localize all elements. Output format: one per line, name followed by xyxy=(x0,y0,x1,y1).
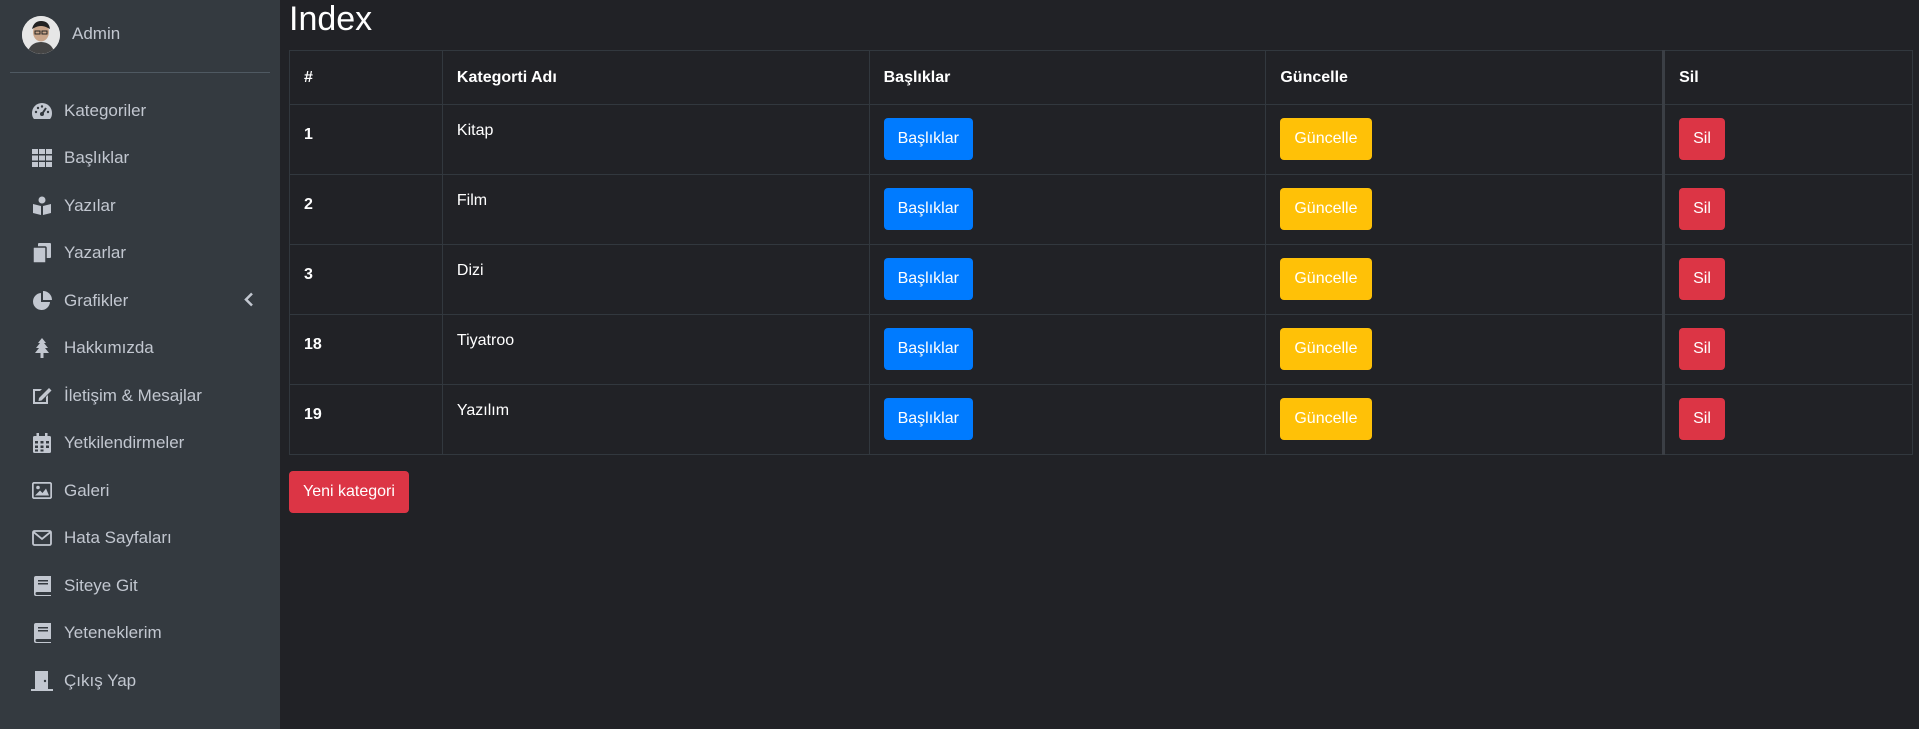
categories-table: # Kategorti Adı Başlıklar Güncelle Sil 1… xyxy=(289,50,1913,455)
user-name[interactable]: Admin xyxy=(72,24,120,44)
sidebar-item-hakkimizda[interactable]: Hakkımızda xyxy=(0,325,280,373)
sil-button[interactable]: Sil xyxy=(1679,328,1725,370)
dashboard-gauge-icon xyxy=(30,99,54,123)
sidebar-item-yeteneklerim[interactable]: Yeteneklerim xyxy=(0,610,280,658)
copy-icon xyxy=(30,241,54,265)
row-category-name: Kitap xyxy=(441,104,870,175)
chevron-left-icon xyxy=(244,292,254,309)
sidebar-item-galeri[interactable]: Galeri xyxy=(0,467,280,515)
row-category-name: Tiyatroo xyxy=(441,314,870,385)
image-icon xyxy=(30,479,54,503)
row-id: 1 xyxy=(289,104,443,175)
sidebar-item-label: Kategoriler xyxy=(64,100,147,120)
calendar-icon xyxy=(30,431,54,455)
door-exit-icon xyxy=(30,669,54,693)
sidebar: Admin Kategoriler Başlıklar Yazılar Yaza… xyxy=(0,0,280,729)
categories-table-wrap: # Kategorti Adı Başlıklar Güncelle Sil 1… xyxy=(289,50,1913,455)
book-reader-icon xyxy=(30,194,54,218)
column-header-basliklar: Başlıklar xyxy=(868,50,1267,105)
sidebar-item-label: Yeteneklerim xyxy=(64,623,162,643)
tree-icon xyxy=(30,336,54,360)
basliklar-button[interactable]: Başlıklar xyxy=(883,328,973,370)
sidebar-item-hata-sayfalari[interactable]: Hata Sayfaları xyxy=(0,515,280,563)
row-id: 19 xyxy=(289,384,443,455)
avatar[interactable] xyxy=(22,16,60,54)
main-content: Index # Kategorti Adı Başlıklar Güncelle… xyxy=(280,0,1919,729)
guncelle-button[interactable]: Güncelle xyxy=(1280,188,1372,230)
page-title: Index xyxy=(289,0,373,38)
sidebar-item-label: Galeri xyxy=(64,480,110,500)
sidebar-item-yetkilendirmeler[interactable]: Yetkilendirmeler xyxy=(0,420,280,468)
user-panel[interactable]: Admin xyxy=(10,0,270,73)
sidebar-item-label: Yazarlar xyxy=(64,243,127,263)
sidebar-item-grafikler[interactable]: Grafikler xyxy=(0,277,280,325)
grid-icon xyxy=(30,146,54,170)
sil-button[interactable]: Sil xyxy=(1679,398,1725,440)
column-header-name: Kategorti Adı xyxy=(441,50,870,105)
envelope-icon xyxy=(30,526,54,550)
basliklar-button[interactable]: Başlıklar xyxy=(883,398,973,440)
column-header-sil: Sil xyxy=(1662,50,1913,105)
sidebar-item-label: İletişim & Mesajlar xyxy=(64,385,202,405)
sidebar-item-iletisim[interactable]: İletişim & Mesajlar xyxy=(0,372,280,420)
sil-button[interactable]: Sil xyxy=(1679,258,1725,300)
table-header-row: # Kategorti Adı Başlıklar Güncelle Sil xyxy=(289,50,1913,105)
sidebar-item-yazarlar[interactable]: Yazarlar xyxy=(0,230,280,278)
row-id: 3 xyxy=(289,244,443,315)
sidebar-nav: Kategoriler Başlıklar Yazılar Yazarlar G… xyxy=(0,87,280,705)
column-header-guncelle: Güncelle xyxy=(1265,50,1665,105)
column-header-id: # xyxy=(289,50,443,105)
row-id: 18 xyxy=(289,314,443,385)
sidebar-item-yazilar[interactable]: Yazılar xyxy=(0,182,280,230)
sidebar-item-label: Başlıklar xyxy=(64,148,130,168)
table-row: 1 Kitap Başlıklar Güncelle Sil xyxy=(289,104,1913,175)
new-category-button[interactable]: Yeni kategori xyxy=(289,471,409,513)
sil-button[interactable]: Sil xyxy=(1679,188,1725,230)
sil-button[interactable]: Sil xyxy=(1679,118,1725,160)
row-id: 2 xyxy=(289,174,443,245)
sidebar-item-label: Yetkilendirmeler xyxy=(64,433,185,453)
sidebar-item-label: Yazılar xyxy=(64,195,116,215)
sidebar-item-label: Çıkış Yap xyxy=(64,670,137,690)
book-icon xyxy=(30,621,54,645)
guncelle-button[interactable]: Güncelle xyxy=(1280,258,1372,300)
row-category-name: Yazılım xyxy=(441,384,870,455)
sidebar-item-label: Hakkımızda xyxy=(64,338,154,358)
basliklar-button[interactable]: Başlıklar xyxy=(883,258,973,300)
table-row: 18 Tiyatroo Başlıklar Güncelle Sil xyxy=(289,314,1913,385)
sidebar-item-label: Hata Sayfaları xyxy=(64,528,172,548)
table-row: 19 Yazılım Başlıklar Güncelle Sil xyxy=(289,384,1913,455)
guncelle-button[interactable]: Güncelle xyxy=(1280,328,1372,370)
pie-chart-icon xyxy=(30,289,54,313)
basliklar-button[interactable]: Başlıklar xyxy=(883,188,973,230)
row-category-name: Film xyxy=(441,174,870,245)
row-category-name: Dizi xyxy=(441,244,870,315)
edit-icon xyxy=(30,384,54,408)
book-icon xyxy=(30,574,54,598)
table-row: 3 Dizi Başlıklar Güncelle Sil xyxy=(289,244,1913,315)
guncelle-button[interactable]: Güncelle xyxy=(1280,118,1372,160)
guncelle-button[interactable]: Güncelle xyxy=(1280,398,1372,440)
sidebar-item-cikis-yap[interactable]: Çıkış Yap xyxy=(0,657,280,705)
sidebar-item-label: Grafikler xyxy=(64,290,129,310)
sidebar-item-basliklar[interactable]: Başlıklar xyxy=(0,135,280,183)
table-row: 2 Film Başlıklar Güncelle Sil xyxy=(289,174,1913,245)
sidebar-item-siteye-git[interactable]: Siteye Git xyxy=(0,562,280,610)
basliklar-button[interactable]: Başlıklar xyxy=(883,118,973,160)
sidebar-item-label: Siteye Git xyxy=(64,575,138,595)
sidebar-item-kategoriler[interactable]: Kategoriler xyxy=(0,87,280,135)
